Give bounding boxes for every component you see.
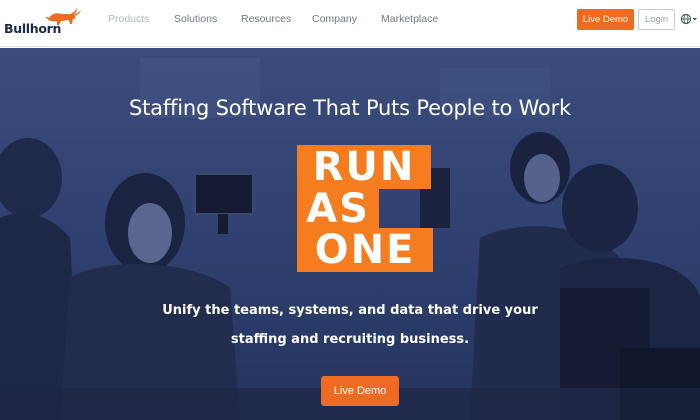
hero-subtitle-line-2: staffing and recruiting business.	[230, 332, 470, 347]
hero-live-demo-button[interactable]: Live Demo	[321, 376, 399, 406]
nav-item-solutions[interactable]: Solutions	[174, 13, 217, 25]
tagline-as: AS	[306, 186, 370, 232]
tagline-run-block: RUN	[297, 145, 431, 189]
header-live-demo-button[interactable]: Live Demo	[577, 9, 634, 30]
tagline-one: ONE	[314, 227, 416, 273]
login-button[interactable]: Login	[638, 9, 675, 30]
chevron-down-icon	[692, 18, 697, 21]
hero-subtitle-line-1: Unify the teams, systems, and data that …	[162, 303, 538, 318]
logo-wordmark: Bullhorn	[4, 21, 62, 36]
tagline-as-block: AS	[297, 187, 379, 231]
hero-title: Staffing Software That Puts People to Wo…	[129, 96, 571, 120]
tagline-one-block: ONE	[297, 228, 433, 272]
hero-section: Staffing Software That Puts People to Wo…	[0, 48, 700, 420]
nav-item-resources[interactable]: Resources	[241, 13, 291, 25]
tagline-run: RUN	[312, 144, 416, 190]
nav-item-company[interactable]: Company	[312, 13, 357, 25]
nav-item-products[interactable]: Products	[108, 13, 149, 25]
globe-icon[interactable]	[680, 13, 698, 25]
nav-item-marketplace[interactable]: Marketplace	[381, 13, 438, 25]
site-header: Bullhorn Products Solutions Resources Co…	[0, 0, 700, 47]
bullhorn-logo[interactable]: Bullhorn	[4, 6, 84, 40]
